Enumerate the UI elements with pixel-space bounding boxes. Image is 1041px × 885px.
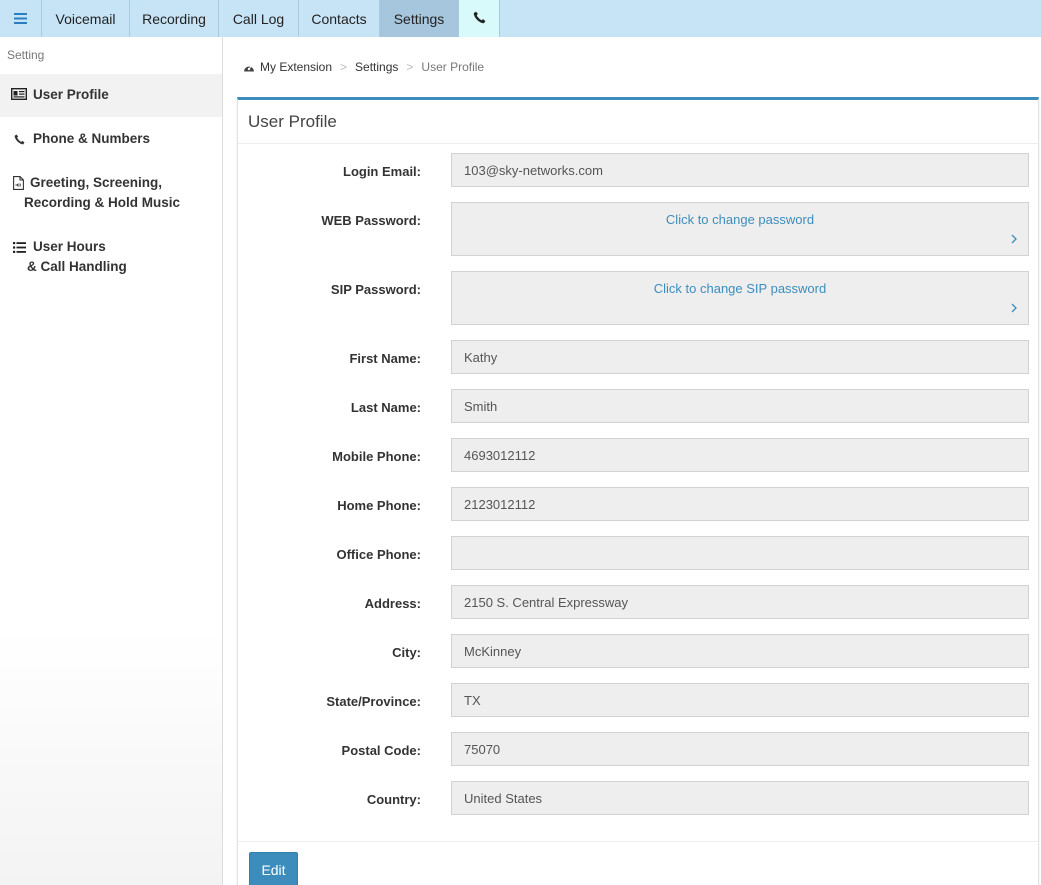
postal-code-field: 75070	[451, 732, 1029, 766]
country-field: United States	[451, 781, 1029, 815]
breadcrumb-separator: >	[406, 60, 414, 74]
phone-dialer-button[interactable]	[459, 0, 500, 37]
sidebar-item-phone-numbers[interactable]: Phone & Numbers	[0, 129, 222, 153]
dashboard-icon	[243, 62, 255, 73]
sidebar-item-label-line2: Recording & Hold Music	[24, 195, 181, 210]
tab-voicemail[interactable]: Voicemail	[42, 0, 130, 37]
phone-icon	[10, 131, 28, 147]
tab-call-log[interactable]: Call Log	[219, 0, 299, 37]
audio-file-icon	[9, 175, 27, 191]
sidebar-item-label: User Hours & Call Handling	[27, 237, 127, 277]
mobile-phone-field: 4693012112	[451, 438, 1029, 472]
login-email-field: 103@sky-networks.com	[451, 153, 1029, 187]
chevron-right-icon	[1011, 232, 1017, 247]
city-field: McKinney	[451, 634, 1029, 668]
sidebar-item-label-line1: User Hours	[33, 239, 106, 254]
state-field: TX	[451, 683, 1029, 717]
sidebar-item-label: Phone & Numbers	[33, 131, 151, 146]
last-name-label: Last Name:	[350, 400, 421, 415]
menu-toggle-button[interactable]	[0, 0, 42, 37]
country-label: Country:	[366, 792, 421, 807]
tab-recording[interactable]: Recording	[130, 0, 219, 37]
state-label: State/Province:	[326, 694, 421, 709]
chevron-right-icon	[1011, 301, 1017, 316]
login-email-label: Login Email:	[343, 164, 421, 179]
breadcrumb-my-extension[interactable]: My Extension	[260, 60, 332, 74]
settings-sidebar: Setting User Profile Phone & Numbers Gre…	[0, 37, 223, 885]
user-profile-panel: User Profile Login Email: 103@sky-networ…	[237, 97, 1039, 885]
postal-code-label: Postal Code:	[341, 743, 421, 758]
breadcrumb-current-page: User Profile	[421, 60, 485, 74]
id-card-icon	[10, 86, 28, 102]
office-phone-label: Office Phone:	[336, 547, 421, 562]
last-name-field: Smith	[451, 389, 1029, 423]
tab-settings[interactable]: Settings	[380, 0, 459, 37]
sidebar-item-label: User Profile	[33, 87, 109, 102]
hamburger-icon	[14, 11, 27, 27]
sidebar-item-user-profile[interactable]: User Profile	[0, 74, 222, 117]
sip-password-label: SIP Password:	[330, 282, 421, 297]
panel-divider	[238, 143, 1038, 144]
breadcrumb-separator: >	[340, 60, 348, 74]
sidebar-item-user-hours[interactable]: User Hours & Call Handling	[0, 237, 222, 281]
breadcrumb-settings[interactable]: Settings	[355, 60, 398, 74]
home-phone-field: 2123012112	[451, 487, 1029, 521]
change-web-password-button[interactable]: Click to change password	[451, 202, 1029, 256]
edit-button[interactable]: Edit	[249, 852, 298, 885]
address-field: 2150 S. Central Expressway	[451, 585, 1029, 619]
phone-icon	[473, 11, 486, 27]
list-icon	[10, 239, 28, 255]
change-sip-password-button[interactable]: Click to change SIP password	[451, 271, 1029, 325]
sidebar-item-label: Greeting, Screening, Recording & Hold Mu…	[24, 173, 180, 213]
first-name-field: Kathy	[451, 340, 1029, 374]
tab-contacts[interactable]: Contacts	[299, 0, 380, 37]
top-navigation-bar: Voicemail Recording Call Log Contacts Se…	[0, 0, 1041, 37]
address-label: Address:	[364, 596, 421, 611]
first-name-label: First Name:	[349, 351, 421, 366]
panel-title: User Profile	[248, 112, 337, 131]
mobile-phone-label: Mobile Phone:	[332, 449, 421, 464]
breadcrumb: My Extension > Settings > User Profile	[243, 60, 484, 74]
home-phone-label: Home Phone:	[337, 498, 421, 513]
city-label: City:	[392, 645, 421, 660]
sidebar-item-greeting-screening[interactable]: Greeting, Screening, Recording & Hold Mu…	[0, 173, 222, 217]
office-phone-field	[451, 536, 1029, 570]
panel-footer-divider	[238, 841, 1038, 842]
change-password-link[interactable]: Click to change password	[452, 212, 1028, 227]
sidebar-item-label-line1: Greeting, Screening,	[30, 175, 163, 190]
sidebar-heading: Setting	[7, 48, 45, 62]
sidebar-item-label-line2: & Call Handling	[27, 259, 127, 274]
change-sip-password-link[interactable]: Click to change SIP password	[452, 281, 1028, 296]
web-password-label: WEB Password:	[321, 213, 421, 228]
